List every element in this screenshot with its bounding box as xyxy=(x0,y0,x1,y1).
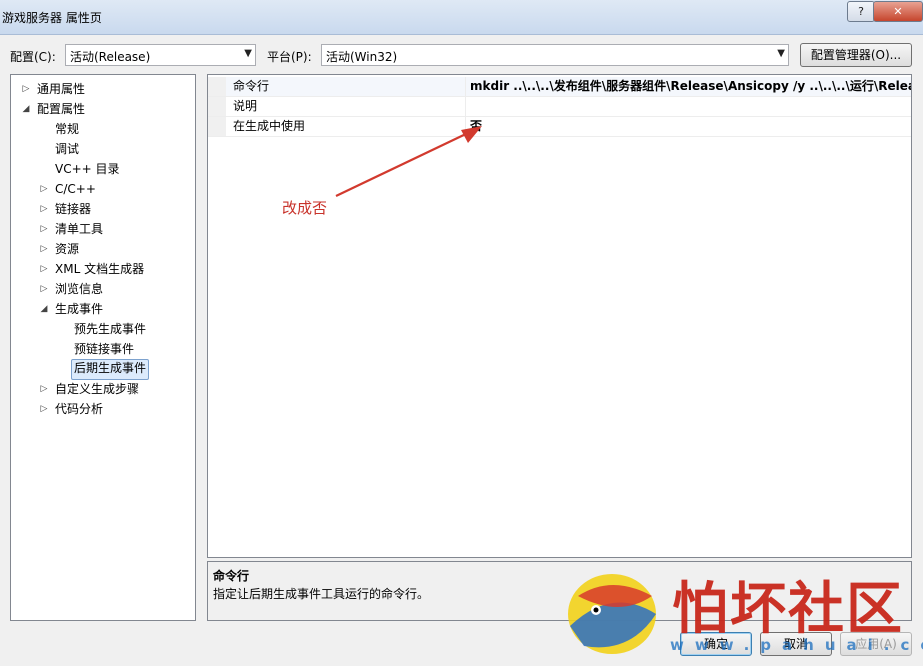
property-row[interactable]: 命令行 mkdir ..\..\..\发布组件\服务器组件\Release\Ans… xyxy=(208,77,911,97)
tree-item[interactable]: 常规 xyxy=(55,120,79,139)
cancel-button[interactable]: 取消 xyxy=(760,632,832,656)
collapsed-arrow-icon[interactable]: ▷ xyxy=(39,184,49,194)
tree-item[interactable]: 预先生成事件 xyxy=(74,320,146,339)
description-pane: 命令行 指定让后期生成事件工具运行的命令行。 xyxy=(207,561,912,621)
tree-item[interactable]: 链接器 xyxy=(55,200,91,219)
collapsed-arrow-icon[interactable]: ▷ xyxy=(39,244,49,254)
tree-item[interactable]: 资源 xyxy=(55,240,79,259)
collapsed-arrow-icon[interactable]: ▷ xyxy=(39,384,49,394)
platform-label: 平台(P): xyxy=(267,50,312,64)
collapsed-arrow-icon[interactable]: ▷ xyxy=(39,204,49,214)
property-name: 在生成中使用 xyxy=(233,119,306,133)
tree-item[interactable]: 配置属性 xyxy=(37,100,85,119)
row-gutter xyxy=(208,97,226,116)
ok-button[interactable]: 确定 xyxy=(680,632,752,656)
expanded-arrow-icon[interactable]: ◢ xyxy=(21,104,31,114)
config-manager-button[interactable]: 配置管理器(O)... xyxy=(800,43,912,67)
platform-combo[interactable]: 活动(Win32) ▼ xyxy=(321,44,789,66)
chevron-down-icon: ▼ xyxy=(244,48,252,59)
property-name: 说明 xyxy=(233,99,258,113)
tree-item[interactable]: 代码分析 xyxy=(55,400,103,419)
config-value: 活动(Release) xyxy=(70,50,151,64)
tree-item[interactable]: XML 文档生成器 xyxy=(55,260,144,279)
chevron-down-icon: ▼ xyxy=(777,48,785,59)
collapsed-arrow-icon[interactable]: ▷ xyxy=(39,404,49,414)
collapsed-arrow-icon[interactable]: ▷ xyxy=(39,284,49,294)
column-divider[interactable] xyxy=(465,77,466,96)
help-button[interactable]: ? xyxy=(847,1,875,22)
row-gutter xyxy=(208,77,226,96)
tree-item[interactable]: C/C++ xyxy=(55,180,96,199)
tree-item[interactable]: 预链接事件 xyxy=(74,340,134,359)
collapsed-arrow-icon[interactable]: ▷ xyxy=(39,264,49,274)
annotation-arrow xyxy=(335,126,482,197)
tree-item[interactable]: 通用属性 xyxy=(37,80,85,99)
property-row[interactable]: 在生成中使用否 xyxy=(208,117,911,137)
tree-item[interactable]: 浏览信息 xyxy=(55,280,103,299)
tree-item[interactable]: 生成事件 xyxy=(55,300,103,319)
collapsed-arrow-icon[interactable]: ▷ xyxy=(21,84,31,94)
column-divider[interactable] xyxy=(465,97,466,116)
tree-item[interactable]: VC++ 目录 xyxy=(55,160,120,179)
config-combo[interactable]: 活动(Release) ▼ xyxy=(65,44,256,66)
property-value[interactable]: mkdir ..\..\..\发布组件\服务器组件\Release\Ansico… xyxy=(470,77,911,96)
property-name: 命令行 xyxy=(233,79,270,93)
row-gutter xyxy=(208,117,226,136)
description-text: 指定让后期生成事件工具运行的命令行。 xyxy=(213,587,430,601)
window-title: 游戏服务器 属性页 xyxy=(2,11,102,25)
close-button[interactable]: ✕ xyxy=(873,1,923,22)
annotation-text: 改成否 xyxy=(282,199,328,217)
property-grid[interactable]: 命令行 mkdir ..\..\..\发布组件\服务器组件\Release\Ans… xyxy=(207,74,912,558)
tree-item[interactable]: 自定义生成步骤 xyxy=(55,380,139,399)
collapsed-arrow-icon[interactable]: ▷ xyxy=(39,224,49,234)
apply-button[interactable]: 应用(A) xyxy=(840,632,912,656)
platform-value: 活动(Win32) xyxy=(326,50,398,64)
title-bar: 游戏服务器 属性页 ? ✕ xyxy=(0,0,923,35)
config-label: 配置(C): xyxy=(10,50,56,64)
property-row[interactable]: 说明 xyxy=(208,97,911,117)
tree-item[interactable]: 调试 xyxy=(55,140,79,159)
tree-item[interactable]: 后期生成事件 xyxy=(71,359,150,380)
description-title: 命令行 xyxy=(213,569,250,583)
tree-item[interactable]: 清单工具 xyxy=(55,220,103,239)
expanded-arrow-icon[interactable]: ◢ xyxy=(39,304,49,314)
property-tree[interactable]: ▷ 通用属性 ◢ 配置属性 常规 调试 VC++ 目录 ▷ C/C++ ▷ 链接器 ▷ 清单工具 ▷ 资源 ▷… xyxy=(10,74,196,621)
